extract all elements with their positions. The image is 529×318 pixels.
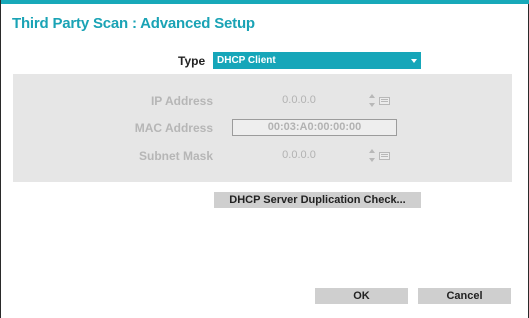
type-dropdown-value: DHCP Client <box>217 55 276 66</box>
cancel-button[interactable]: Cancel <box>418 288 511 304</box>
ok-button[interactable]: OK <box>315 288 408 304</box>
ip-address-label: IP Address <box>150 94 213 108</box>
chevron-down-icon <box>411 59 417 63</box>
subnet-mask-field: 0.0.0.0 <box>232 147 366 164</box>
type-dropdown[interactable]: DHCP Client <box>213 52 421 69</box>
keyboard-icon <box>379 152 390 160</box>
subnet-mask-stepper-icon <box>369 148 375 163</box>
ip-address-stepper-icon <box>369 93 375 108</box>
dhcp-duplication-check-button[interactable]: DHCP Server Duplication Check... <box>214 192 421 208</box>
keyboard-icon <box>379 97 390 105</box>
dialog-accent-bar <box>1 0 529 4</box>
subnet-mask-label: Subnet Mask <box>138 149 213 163</box>
mac-address-field: 00:03:A0:00:00:00 <box>232 119 397 136</box>
ip-address-field: 0.0.0.0 <box>232 92 366 109</box>
dialog-title: Third Party Scan : Advanced Setup <box>12 15 255 32</box>
type-label: Type <box>178 54 206 68</box>
advanced-setup-dialog: Third Party Scan : Advanced Setup Type D… <box>0 0 529 318</box>
mac-address-label: MAC Address <box>134 121 213 135</box>
